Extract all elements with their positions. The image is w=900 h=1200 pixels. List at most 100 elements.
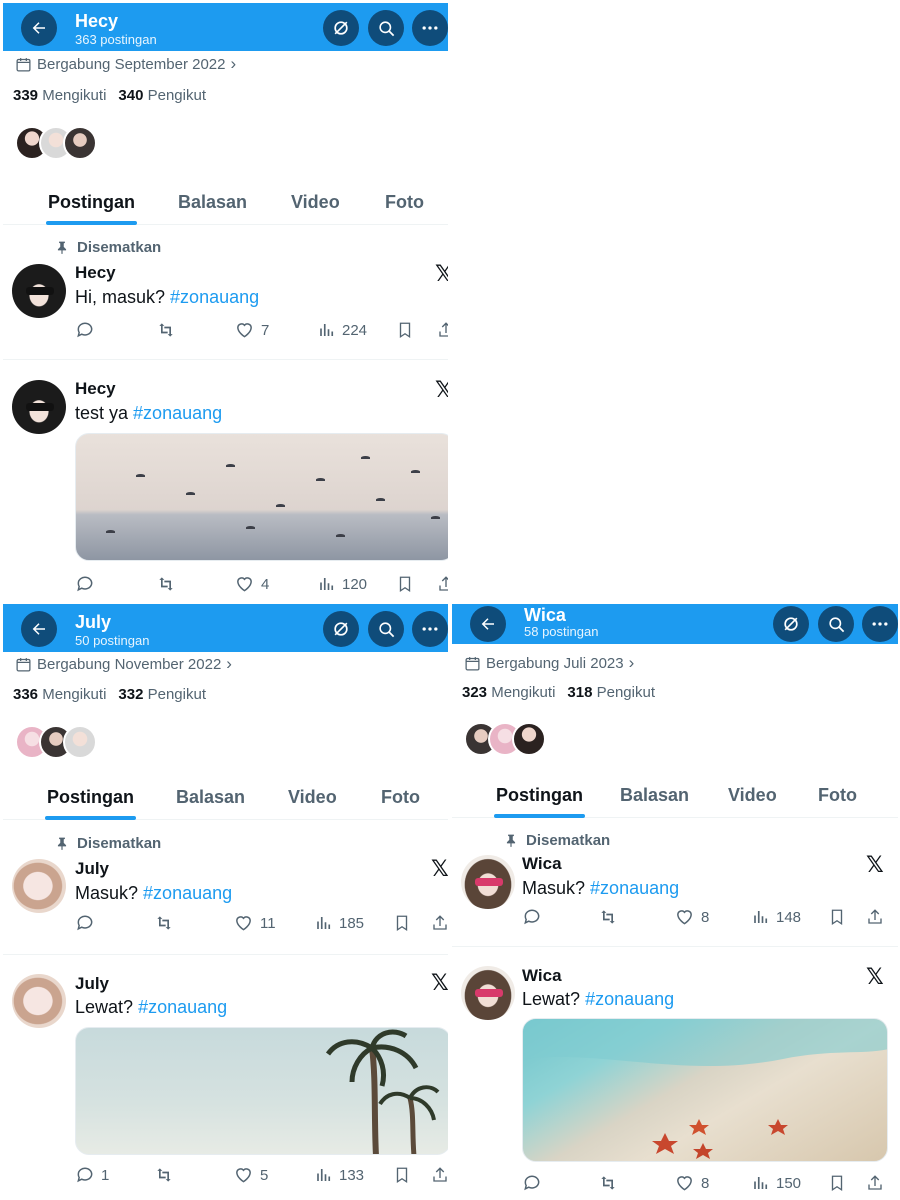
followers-link[interactable]: 340 Pengikut xyxy=(118,87,206,104)
hashtag-link[interactable]: #zonauang xyxy=(590,878,679,898)
avatar[interactable] xyxy=(461,855,515,909)
share-button[interactable] xyxy=(437,319,448,341)
share-button[interactable] xyxy=(437,573,448,595)
post-media-image[interactable] xyxy=(522,1018,888,1162)
repost-button[interactable] xyxy=(155,573,177,595)
share-button[interactable] xyxy=(431,912,448,934)
tab-posts[interactable]: Postingan xyxy=(494,772,586,818)
join-date[interactable]: Bergabung Juli 2023 › xyxy=(464,653,634,673)
views-button[interactable]: 150 xyxy=(752,1172,801,1194)
bookmark-button[interactable] xyxy=(393,912,411,934)
like-button[interactable]: 5 xyxy=(233,1164,268,1186)
join-date[interactable]: Bergabung September 2022 › xyxy=(15,54,236,74)
avatar[interactable] xyxy=(12,264,66,318)
reply-button[interactable] xyxy=(75,319,95,341)
post-author-name[interactable]: July xyxy=(75,974,109,994)
tab-video[interactable]: Video xyxy=(288,774,337,820)
back-button[interactable] xyxy=(21,611,57,647)
like-count: 7 xyxy=(261,321,270,339)
post-media-image[interactable] xyxy=(75,433,448,561)
hashtag-link[interactable]: #zonauang xyxy=(143,883,232,903)
back-button[interactable] xyxy=(21,10,57,46)
avatar[interactable] xyxy=(12,974,66,1028)
followers-you-know[interactable] xyxy=(464,722,546,760)
search-button[interactable] xyxy=(368,10,404,46)
share-button[interactable] xyxy=(866,906,884,928)
tab-photos[interactable]: Foto xyxy=(385,179,424,225)
reply-button[interactable] xyxy=(75,573,95,595)
bookmark-button[interactable] xyxy=(396,573,414,595)
bookmark-button[interactable] xyxy=(396,319,414,341)
following-link[interactable]: 323 Mengikuti xyxy=(462,684,555,701)
like-button[interactable]: 8 xyxy=(674,906,709,928)
tab-posts[interactable]: Postingan xyxy=(46,179,138,225)
views-button[interactable]: 185 xyxy=(315,912,364,934)
grok-button[interactable] xyxy=(323,611,359,647)
hashtag-link[interactable]: #zonauang xyxy=(138,997,227,1017)
tab-photos[interactable]: Foto xyxy=(381,774,420,820)
bookmark-button[interactable] xyxy=(828,906,846,928)
views-button[interactable]: 133 xyxy=(315,1164,364,1186)
post-author-name[interactable]: Wica xyxy=(522,966,562,986)
followers-link[interactable]: 318 Pengikut xyxy=(567,684,655,701)
share-button[interactable] xyxy=(431,1164,448,1186)
views-button[interactable]: 224 xyxy=(318,319,367,341)
hashtag-link[interactable]: #zonauang xyxy=(170,287,259,307)
join-date[interactable]: Bergabung November 2022 › xyxy=(15,654,232,674)
tab-photos[interactable]: Foto xyxy=(818,772,857,818)
more-button[interactable] xyxy=(412,611,448,647)
reply-button[interactable] xyxy=(522,1172,542,1194)
views-button[interactable]: 148 xyxy=(752,906,801,928)
tab-replies[interactable]: Balasan xyxy=(176,774,245,820)
like-button[interactable]: 8 xyxy=(674,1172,709,1194)
avatar[interactable] xyxy=(12,380,66,434)
reply-button[interactable] xyxy=(522,906,542,928)
heart-icon xyxy=(237,323,252,338)
tab-replies[interactable]: Balasan xyxy=(620,772,689,818)
like-button[interactable]: 4 xyxy=(234,573,269,595)
views-button[interactable]: 120 xyxy=(318,573,367,595)
repost-button[interactable] xyxy=(153,912,175,934)
post-author-name[interactable]: Hecy xyxy=(75,379,116,399)
header-name: Wica xyxy=(524,605,566,625)
avatar[interactable] xyxy=(12,859,66,913)
grok-button[interactable] xyxy=(323,10,359,46)
hashtag-link[interactable]: #zonauang xyxy=(585,989,674,1009)
post-author-name[interactable]: Wica xyxy=(522,854,562,874)
back-button[interactable] xyxy=(470,606,506,642)
hashtag-link[interactable]: #zonauang xyxy=(133,403,222,423)
post-author-name[interactable]: July xyxy=(75,859,109,879)
bookmark-button[interactable] xyxy=(828,1172,846,1194)
share-button[interactable] xyxy=(866,1172,884,1194)
tab-replies[interactable]: Balasan xyxy=(178,179,247,225)
followers-link[interactable]: 332 Pengikut xyxy=(118,686,206,703)
more-button[interactable] xyxy=(862,606,898,642)
avatar[interactable] xyxy=(461,966,515,1020)
repost-button[interactable] xyxy=(597,1172,619,1194)
repost-button[interactable] xyxy=(597,906,619,928)
search-button[interactable] xyxy=(818,606,854,642)
post-media-image[interactable] xyxy=(75,1027,448,1155)
tab-posts[interactable]: Postingan xyxy=(45,774,137,820)
following-link[interactable]: 339 Mengikuti xyxy=(13,87,106,104)
more-button[interactable] xyxy=(412,10,448,46)
reply-button[interactable] xyxy=(75,912,95,934)
bird-shape xyxy=(411,470,420,473)
reply-button[interactable]: 1 xyxy=(75,1164,109,1186)
post-author-name[interactable]: Hecy xyxy=(75,263,116,283)
following-link[interactable]: 336 Mengikuti xyxy=(13,686,106,703)
tab-label: Foto xyxy=(818,784,857,805)
followers-you-know[interactable] xyxy=(15,725,97,763)
heart-icon xyxy=(236,916,251,931)
tab-label: Balasan xyxy=(176,786,246,807)
like-button[interactable]: 7 xyxy=(234,319,269,341)
followers-you-know[interactable] xyxy=(15,126,97,164)
tab-video[interactable]: Video xyxy=(291,179,340,225)
repost-button[interactable] xyxy=(155,319,177,341)
tab-video[interactable]: Video xyxy=(728,772,777,818)
bookmark-button[interactable] xyxy=(393,1164,411,1186)
like-button[interactable]: 11 xyxy=(233,912,276,934)
grok-button[interactable] xyxy=(773,606,809,642)
repost-button[interactable] xyxy=(153,1164,175,1186)
search-button[interactable] xyxy=(368,611,404,647)
